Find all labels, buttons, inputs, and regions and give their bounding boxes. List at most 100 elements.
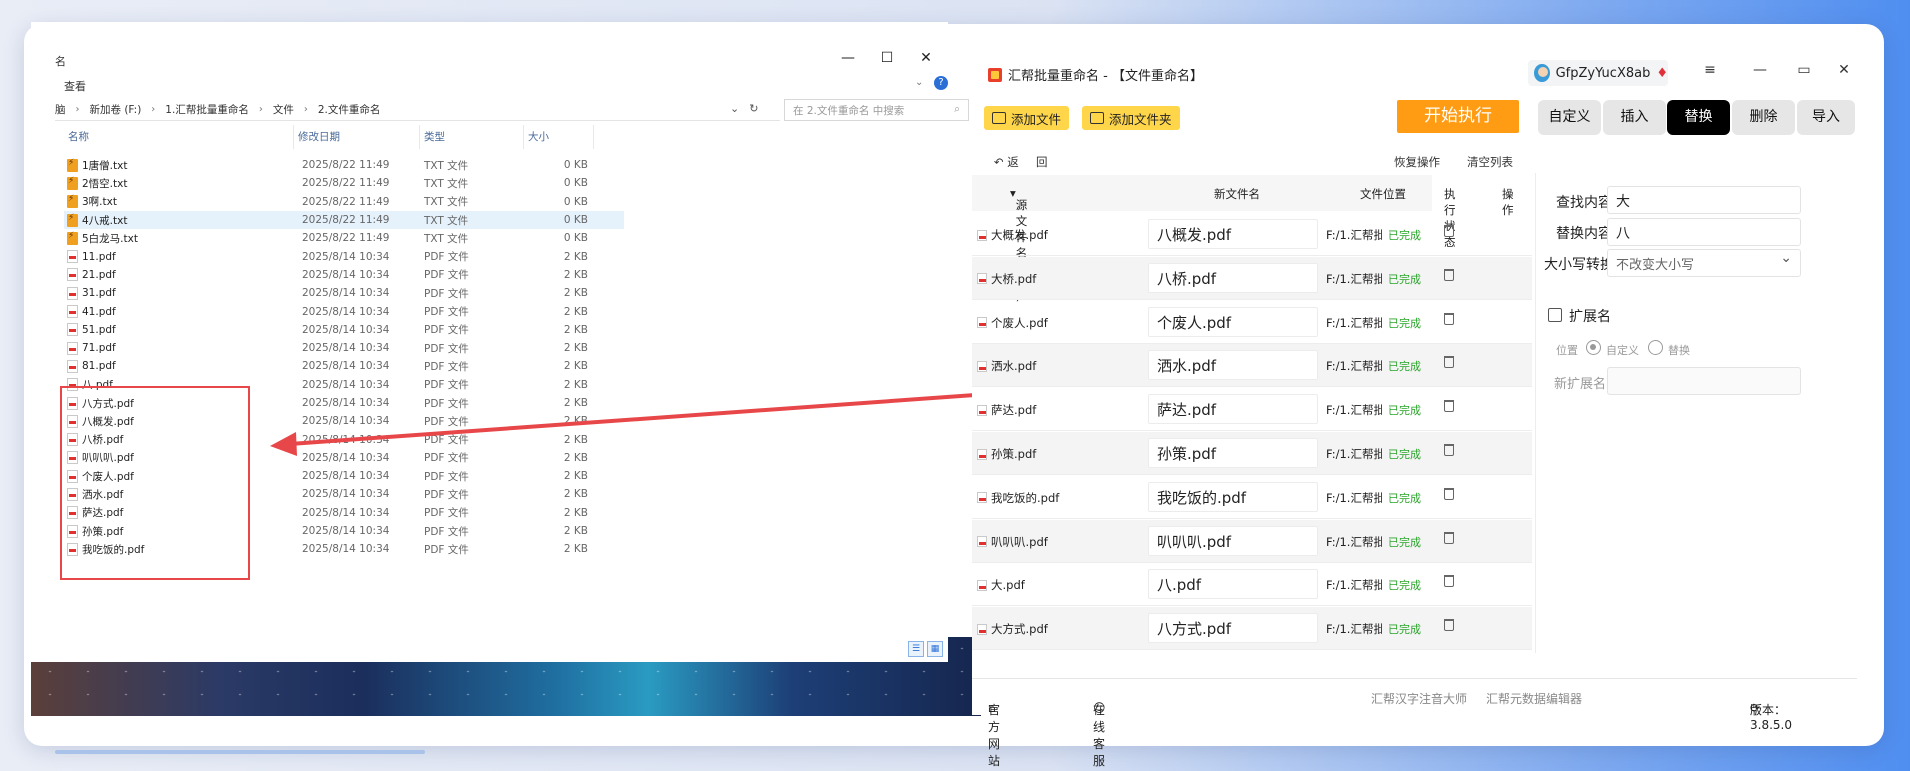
delete-row-button[interactable] xyxy=(1444,487,1454,503)
menu-view[interactable]: 查看 xyxy=(64,78,86,94)
breadcrumb-1[interactable]: 新加卷 (F:) xyxy=(90,102,142,117)
file-row[interactable]: 4八戒.txt 2025/8/22 11:49 TXT 文件 0 KB xyxy=(64,210,624,230)
delete-row-button[interactable] xyxy=(1444,531,1454,547)
file-location: F:/1.汇帮批量重命名/文件 xyxy=(1326,403,1382,418)
breadcrumb-4[interactable]: 2.文件重命名 xyxy=(318,102,381,117)
trash-icon xyxy=(1444,444,1454,456)
tab-delete[interactable]: 删除 xyxy=(1732,100,1795,135)
new-name-field[interactable]: 洒水.pdf xyxy=(1148,350,1318,381)
radio-custom[interactable] xyxy=(1586,340,1601,355)
table-row[interactable]: 孙策.pdf 孙策.pdf F:/1.汇帮批量重命名/文件已完成 xyxy=(972,432,1532,475)
column-size[interactable]: 大小 xyxy=(524,125,594,149)
user-account[interactable]: GfpZyYucX8ab ♦ xyxy=(1528,60,1668,86)
table-row[interactable]: 我吃饭的.pdf 我吃饭的.pdf F:/1.汇帮批量重命名/文件已完成 xyxy=(972,476,1532,519)
new-name-field[interactable]: 萨达.pdf xyxy=(1148,394,1318,425)
details-view-icon[interactable]: ☰ xyxy=(908,641,924,657)
table-row[interactable]: 大桥.pdf 八桥.pdf F:/1.汇帮批量重命名/文件已完成 xyxy=(972,256,1532,300)
tab-insert[interactable]: 插入 xyxy=(1603,100,1666,135)
tab-replace[interactable]: 替换 xyxy=(1667,100,1730,135)
file-row[interactable]: 1唐僧.txt 2025/8/22 11:49 TXT 文件 0 KB xyxy=(64,156,624,174)
delete-row-button[interactable] xyxy=(1444,575,1454,590)
maximize-button[interactable]: ▭ xyxy=(1794,62,1814,78)
file-row[interactable]: 31.pdf 2025/8/14 10:34 PDF 文件 2 KB xyxy=(64,284,624,302)
case-select[interactable]: 不改变大小写 xyxy=(1607,249,1801,277)
minimize-button[interactable]: — xyxy=(1750,62,1770,78)
delete-row-button[interactable] xyxy=(1444,356,1454,371)
minimize-button[interactable]: — xyxy=(838,48,858,68)
file-size: 2 KB xyxy=(563,543,588,556)
app-title-bar: 汇帮批量重命名 - 【文件重命名】 xyxy=(988,65,1203,84)
column-name[interactable]: 名称 xyxy=(64,125,294,149)
file-row[interactable]: 11.pdf 2025/8/14 10:34 PDF 文件 2 KB xyxy=(64,247,624,265)
pinyin-tool-link[interactable]: 汇帮汉字注音大师 xyxy=(1371,690,1467,707)
add-folder-button[interactable]: 添加文件夹 xyxy=(1082,106,1180,130)
new-name-field[interactable]: 我吃饭的.pdf xyxy=(1148,481,1318,512)
file-row[interactable]: 71.pdf 2025/8/14 10:34 PDF 文件 2 KB xyxy=(64,339,624,357)
delete-row-button[interactable] xyxy=(1444,444,1454,459)
thumbnail-view-icon[interactable]: ▦ xyxy=(927,641,943,657)
search-input[interactable]: 在 2.文件重命名 中搜索 ⌕ xyxy=(784,99,969,121)
metadata-tool-link[interactable]: 汇帮元数据编辑器 xyxy=(1486,690,1582,707)
radio-replace[interactable] xyxy=(1648,340,1663,355)
table-row[interactable]: 大概发.pdf 八概发.pdf F:/1.汇帮批量重命名/文件已完成 xyxy=(972,213,1532,256)
file-row[interactable]: 41.pdf 2025/8/14 10:34 PDF 文件 2 KB xyxy=(64,302,624,320)
new-ext-input[interactable] xyxy=(1607,367,1801,395)
column-source[interactable]: ▾ 源文件名 ( 10 ) xyxy=(1010,186,1030,303)
breadcrumb-2[interactable]: 1.汇帮批量重命名 xyxy=(165,102,249,117)
redo-button[interactable]: 回 xyxy=(1036,154,1048,170)
add-file-button[interactable]: 添加文件 xyxy=(984,106,1070,130)
table-row[interactable]: 洒水.pdf 洒水.pdf F:/1.汇帮批量重命名/文件已完成 xyxy=(972,344,1532,388)
table-row[interactable]: 大.pdf 八.pdf F:/1.汇帮批量重命名/文件已完成 xyxy=(972,563,1532,607)
extension-checkbox[interactable] xyxy=(1548,308,1562,322)
status-badge: 已完成 xyxy=(1388,448,1421,461)
new-name-field[interactable]: 八方式.pdf xyxy=(1148,613,1318,644)
replace-input[interactable]: 八 xyxy=(1607,218,1801,246)
address-dropdown-icon[interactable]: ⌄ xyxy=(730,102,739,115)
delete-row-button[interactable] xyxy=(1444,619,1454,634)
column-date[interactable]: 修改日期 xyxy=(294,125,420,149)
new-name-field[interactable]: 八桥.pdf xyxy=(1148,262,1318,293)
find-input[interactable]: 大 xyxy=(1607,186,1801,214)
maximize-button[interactable]: ☐ xyxy=(877,48,897,68)
table-row[interactable]: 萨达.pdf 萨达.pdf F:/1.汇帮批量重命名/文件已完成 xyxy=(972,388,1532,432)
help-icon[interactable]: ? xyxy=(934,76,948,90)
new-name-field[interactable]: 孙策.pdf xyxy=(1148,438,1318,468)
file-row[interactable]: 2悟空.txt 2025/8/22 11:49 TXT 文件 0 KB xyxy=(64,174,624,192)
undo-button[interactable]: ↶ 返 xyxy=(994,154,1019,170)
new-name-field[interactable]: 个废人.pdf xyxy=(1148,306,1318,337)
address-bar[interactable]: 脑 › 新加卷 (F:) › 1.汇帮批量重命名 › 文件 › 2.文件重命名 xyxy=(55,99,780,121)
start-button[interactable]: 开始执行 xyxy=(1397,100,1519,133)
trash-icon xyxy=(1444,531,1454,544)
close-button[interactable]: ✕ xyxy=(1834,62,1854,78)
file-row[interactable]: 81.pdf 2025/8/14 10:34 PDF 文件 2 KB xyxy=(64,357,624,375)
tab-import[interactable]: 导入 xyxy=(1797,100,1855,135)
delete-row-button[interactable] xyxy=(1444,400,1454,415)
file-row[interactable]: 21.pdf 2025/8/14 10:34 PDF 文件 2 KB xyxy=(64,266,624,284)
table-row[interactable]: 大方式.pdf 八方式.pdf F:/1.汇帮批量重命名/文件已完成 xyxy=(972,607,1532,651)
breadcrumb-0[interactable]: 脑 xyxy=(55,102,66,117)
new-name-field[interactable]: 八概发.pdf xyxy=(1148,219,1318,249)
restore-button[interactable]: 恢复操作 xyxy=(1394,154,1440,170)
tab-custom[interactable]: 自定义 xyxy=(1538,100,1601,135)
new-name-field[interactable]: 叭叭叭.pdf xyxy=(1148,525,1318,556)
delete-row-button[interactable] xyxy=(1444,225,1454,240)
file-type: PDF 文件 xyxy=(424,415,469,428)
column-type[interactable]: 类型 xyxy=(420,125,524,149)
menu-icon[interactable]: ≡ xyxy=(1700,62,1720,78)
table-row[interactable]: 个废人.pdf 个废人.pdf F:/1.汇帮批量重命名/文件已完成 xyxy=(972,301,1532,344)
refresh-icon[interactable]: ↻ xyxy=(749,102,758,115)
file-row[interactable]: 3啊.txt 2025/8/22 11:49 TXT 文件 0 KB xyxy=(64,193,624,211)
file-date: 2025/8/14 10:34 xyxy=(302,378,390,391)
clear-list-button[interactable]: 清空列表 xyxy=(1467,154,1513,170)
breadcrumb-3[interactable]: 文件 xyxy=(273,102,294,117)
close-button[interactable]: ✕ xyxy=(916,48,936,68)
file-location: F:/1.汇帮批量重命名/文件 xyxy=(1326,622,1382,637)
delete-row-button[interactable] xyxy=(1444,268,1454,284)
file-row[interactable]: 51.pdf 2025/8/14 10:34 PDF 文件 2 KB xyxy=(64,321,624,339)
chevron-down-icon[interactable]: ⌄ xyxy=(915,77,923,88)
table-row[interactable]: 叭叭叭.pdf 叭叭叭.pdf F:/1.汇帮批量重命名/文件已完成 xyxy=(972,519,1532,563)
delete-row-button[interactable] xyxy=(1444,312,1454,328)
file-row[interactable]: 5白龙马.txt 2025/8/22 11:49 TXT 文件 0 KB xyxy=(64,229,624,247)
file-name: 3啊.txt xyxy=(82,196,117,209)
new-name-field[interactable]: 八.pdf xyxy=(1148,569,1318,600)
